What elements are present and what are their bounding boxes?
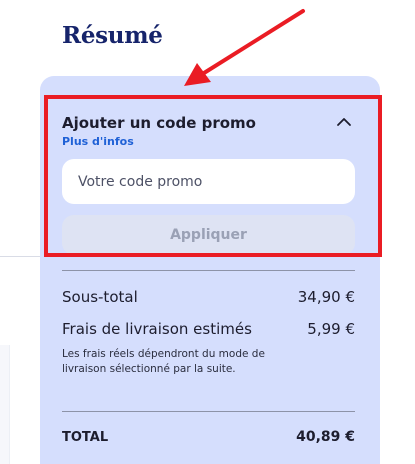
left-divider — [0, 256, 40, 257]
summary-divider-bottom — [62, 411, 355, 412]
total-value: 40,89 € — [296, 429, 355, 445]
summary-divider-top — [62, 270, 355, 271]
total-label: TOTAL — [62, 430, 109, 445]
subtotal-value: 34,90 € — [297, 288, 355, 306]
shipping-label: Frais de livraison estimés — [62, 320, 252, 338]
shipping-value: 5,99 € — [307, 320, 355, 338]
subtotal-label: Sous-total — [62, 288, 138, 306]
summary-title: Résumé — [62, 22, 163, 49]
promo-highlight-box — [44, 95, 382, 257]
shipping-note: Les frais réels dépendront du mode de li… — [62, 348, 265, 375]
left-panel-edge — [0, 345, 10, 464]
